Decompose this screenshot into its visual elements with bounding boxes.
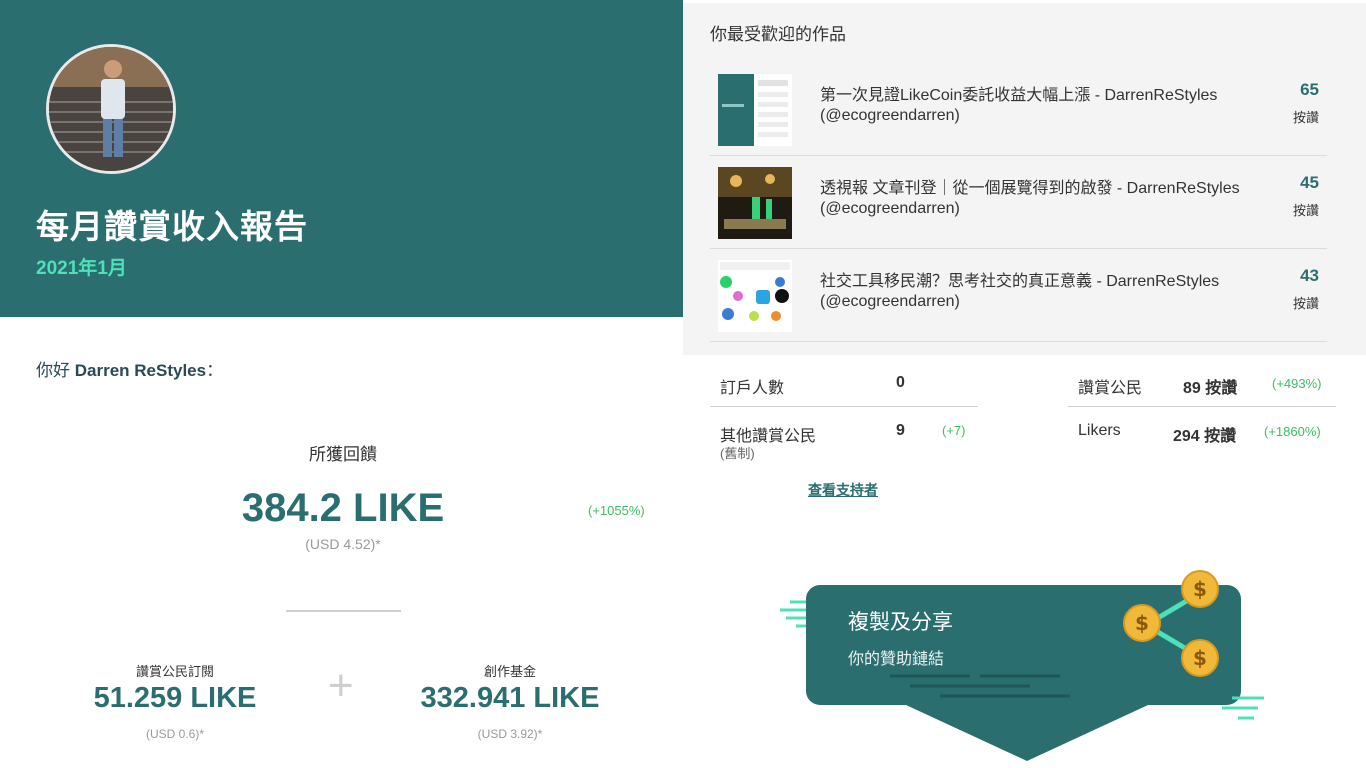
other-civic-value: 9	[896, 422, 905, 439]
work-author: (@ecogreendarren)	[820, 200, 960, 217]
total-earnings: 384.2 LIKE	[241, 486, 445, 530]
work-like-unit: 按讚	[1292, 203, 1319, 218]
total-earnings-usd: (USD 4.52)*	[305, 536, 381, 552]
civic-likers-value: 89 按讚	[1183, 380, 1238, 397]
work-title[interactable]: 透視報 文章刊登｜從一個展覽得到的啟發 - DarrenReStyles	[820, 174, 1240, 198]
other-civic-change: (+7)	[942, 423, 966, 438]
share-subtitle: 你的贊助鏈結	[848, 651, 945, 668]
coin-icon: $	[1181, 570, 1219, 608]
avatar	[46, 44, 176, 174]
work-thumbnail	[718, 74, 792, 146]
work-title[interactable]: 第一次見證LikeCoin委託收益大幅上漲 - DarrenReStyles	[820, 81, 1217, 105]
arrow-down-icon	[906, 705, 1148, 761]
work-like-count: 45	[1300, 173, 1319, 192]
work-like-count: 65	[1300, 80, 1319, 99]
greeting-suffix: ：	[206, 361, 224, 380]
coin-icon: $	[1123, 604, 1161, 642]
work-author: (@ecogreendarren)	[820, 293, 960, 310]
creators-fund-label: 創作基金	[483, 664, 536, 679]
subscribers-value: 0	[896, 374, 905, 391]
stat-divider	[710, 406, 978, 407]
civic-likers-label: 讚賞公民	[1078, 380, 1143, 397]
work-thumbnail	[718, 260, 792, 332]
work-item[interactable]: 社交工具移民潮？思考社交的真正意義 - DarrenReStyles (@eco…	[710, 249, 1327, 342]
other-civic-note: (舊制)	[720, 446, 755, 461]
work-author: (@ecogreendarren)	[820, 107, 960, 124]
subscriptions-label: 讚賞公民訂閱	[135, 664, 214, 679]
report-month: 2021年1月	[36, 258, 127, 279]
work-like-count: 43	[1300, 266, 1319, 285]
civic-likers-change: (+493%)	[1272, 376, 1322, 391]
plus-icon: +	[328, 661, 354, 710]
subscriptions-usd: (USD 0.6)*	[145, 727, 204, 741]
speed-lines-icon	[1222, 696, 1264, 720]
total-earnings-change: (+1055%)	[588, 503, 645, 518]
work-item[interactable]: 透視報 文章刊登｜從一個展覽得到的啟發 - DarrenReStyles (@e…	[710, 156, 1327, 249]
decorative-lines	[890, 674, 1070, 698]
creators-fund-value: 332.941 LIKE	[420, 682, 600, 714]
coin-icon: $	[1181, 639, 1219, 677]
popular-works-title: 你最受歡迎的作品	[710, 25, 846, 44]
stat-divider	[1068, 406, 1336, 407]
view-supporters-link[interactable]: 查看支持者	[808, 480, 878, 500]
likers-label: Likers	[1078, 422, 1121, 439]
earnings-label: 所獲回饋	[309, 445, 377, 464]
work-item[interactable]: 第一次見證LikeCoin委託收益大幅上漲 - DarrenReStyles (…	[710, 63, 1327, 156]
report-title: 每月讚賞收入報告	[36, 208, 308, 245]
share-title: 複製及分享	[848, 611, 953, 634]
work-like-unit: 按讚	[1292, 296, 1319, 311]
subscriptions-value: 51.259 LIKE	[93, 682, 257, 714]
likers-value: 294 按讚	[1173, 428, 1237, 445]
greeting: 你好 Darren ReStyles：	[36, 356, 223, 381]
greeting-prefix: 你好	[36, 361, 70, 380]
work-like-unit: 按讚	[1292, 110, 1319, 125]
likers-change: (+1860%)	[1264, 424, 1321, 439]
work-thumbnail	[718, 167, 792, 239]
user-name: Darren ReStyles	[74, 361, 207, 380]
divider	[286, 610, 401, 612]
subscribers-label: 訂戶人數	[720, 380, 785, 397]
creators-fund-usd: (USD 3.92)*	[477, 727, 543, 741]
work-title[interactable]: 社交工具移民潮？思考社交的真正意義 - DarrenReStyles	[820, 267, 1219, 291]
